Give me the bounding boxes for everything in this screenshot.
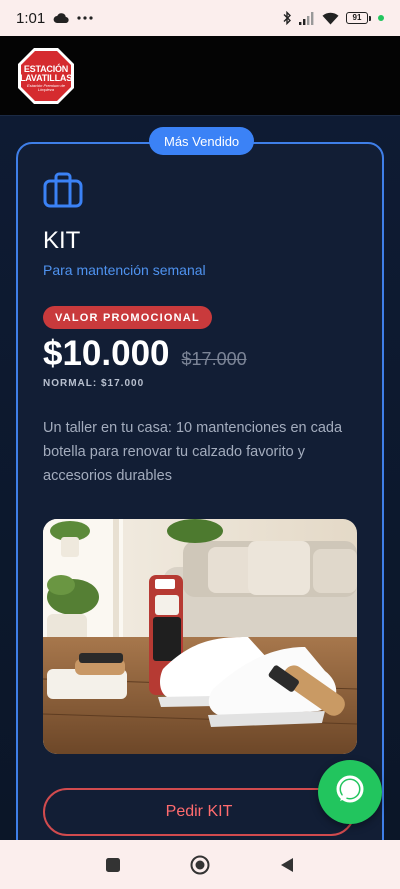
price-row: $10.000 $17.000 — [43, 334, 247, 374]
order-kit-button[interactable]: Pedir KIT — [43, 788, 355, 836]
product-image — [43, 519, 357, 754]
main-content: Más Vendido KIT Para mantención semanal … — [0, 116, 400, 840]
more-dots-icon — [77, 15, 93, 21]
home-circle-icon[interactable] — [185, 850, 215, 880]
bluetooth-icon — [282, 11, 292, 25]
brand-logo[interactable]: ESTACIÓN LAVATILLAS Estación Premium de … — [17, 47, 75, 105]
signal-icon — [299, 11, 315, 25]
product-title: KIT — [43, 227, 81, 254]
logo-text-line2: LAVATILLAS — [20, 73, 72, 83]
whatsapp-chat-button[interactable] — [318, 760, 382, 824]
normal-price-label: NORMAL: $17.000 — [43, 378, 145, 389]
recents-square-icon[interactable] — [98, 850, 128, 880]
best-seller-badge: Más Vendido — [149, 127, 255, 155]
logo-tagline: Estación Premium de Limpieza — [26, 83, 65, 93]
status-time: 1:01 — [16, 9, 46, 27]
system-nav-bar — [0, 840, 400, 889]
status-bar: 1:01 91 — [0, 0, 400, 36]
old-price: $17.000 — [181, 349, 247, 369]
battery-icon: 91 — [346, 12, 371, 24]
wifi-icon — [322, 12, 339, 25]
site-header: ESTACIÓN LAVATILLAS Estación Premium de … — [0, 36, 400, 116]
promo-badge: VALOR PROMOCIONAL — [43, 306, 212, 329]
chat-bubble-icon — [334, 774, 366, 811]
cloud-icon — [53, 12, 69, 24]
privacy-indicator-dot — [378, 15, 384, 21]
product-description: Un taller en tu casa: 10 mantenciones en… — [43, 420, 343, 484]
battery-level: 91 — [346, 12, 368, 24]
current-price: $10.000 — [43, 334, 170, 373]
back-triangle-icon[interactable] — [272, 850, 302, 880]
briefcase-icon — [43, 172, 83, 208]
product-subtitle: Para mantención semanal — [43, 262, 206, 278]
